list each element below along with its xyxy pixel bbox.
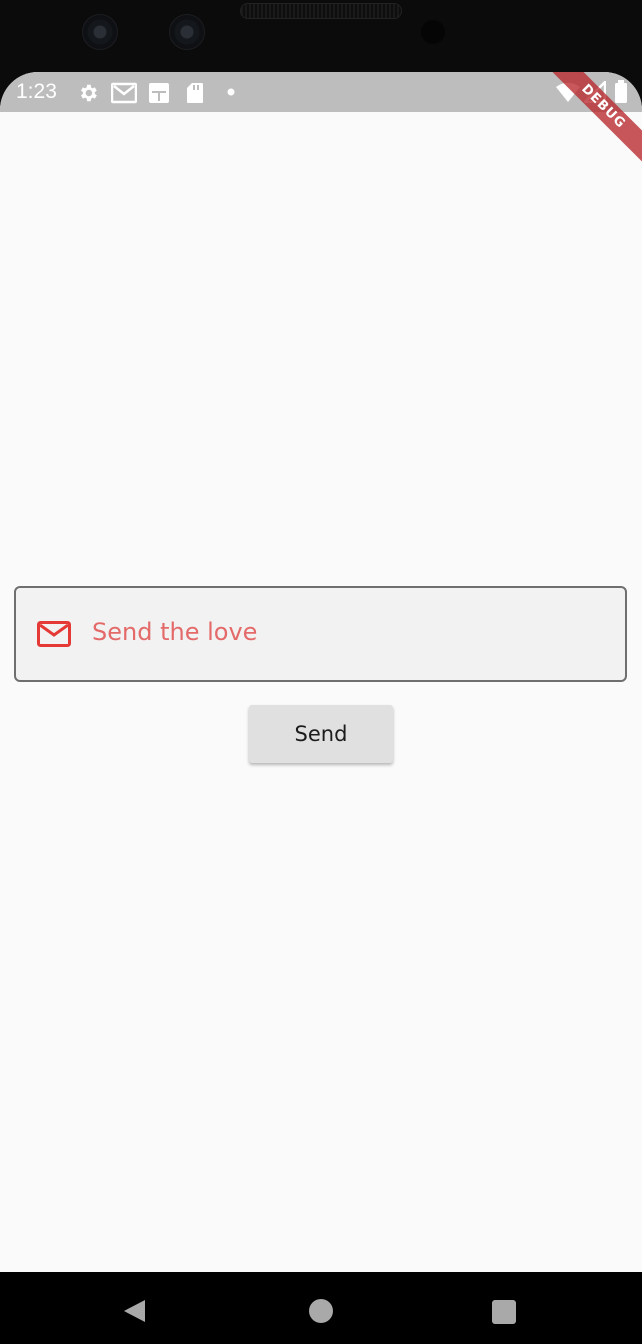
status-bar: 1:23 xyxy=(0,72,642,112)
message-text-field[interactable]: Send the love xyxy=(14,586,627,682)
battery-icon xyxy=(614,80,628,103)
field-placeholder: Send the love xyxy=(92,618,258,646)
wifi-icon xyxy=(555,81,581,103)
dot-icon xyxy=(227,88,235,110)
home-icon[interactable] xyxy=(309,1299,333,1323)
proximity-sensor xyxy=(421,20,445,44)
sim-icon xyxy=(148,82,170,104)
settings-icon xyxy=(77,82,99,104)
recents-icon[interactable] xyxy=(492,1300,516,1324)
send-button[interactable]: Send xyxy=(249,705,393,763)
back-icon[interactable] xyxy=(121,1298,147,1324)
mail-icon xyxy=(36,618,72,650)
gmail-icon xyxy=(111,82,137,104)
front-camera-left xyxy=(82,14,118,50)
earpiece-speaker xyxy=(240,3,402,19)
front-camera-right xyxy=(169,14,205,50)
signal-icon xyxy=(584,81,606,103)
app-screen: 1:23 DEBUG Send the love Send xyxy=(0,72,642,1272)
status-time: 1:23 xyxy=(16,80,57,103)
sd-card-icon xyxy=(186,82,204,104)
device-frame: 1:23 DEBUG Send the love Send xyxy=(0,0,642,1344)
navigation-bar xyxy=(0,1272,642,1344)
